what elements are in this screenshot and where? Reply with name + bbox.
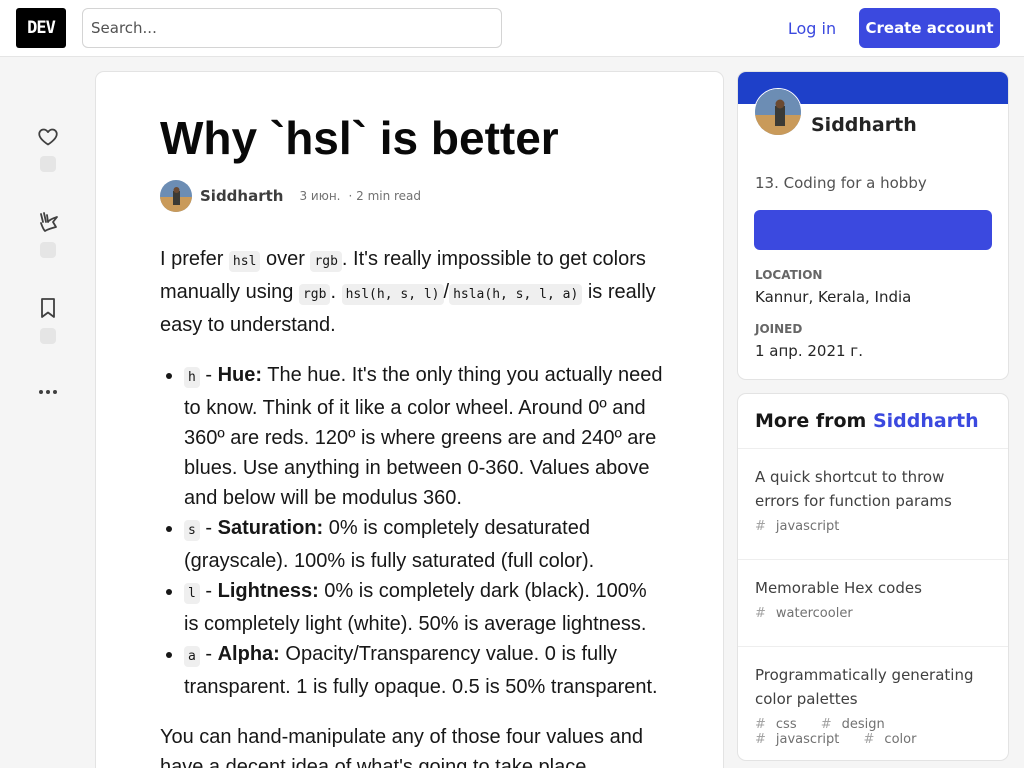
read-time: · 2 min read <box>348 189 422 203</box>
article-card: Why `hsl` is better Siddharth 3 июн. · 2… <box>96 72 723 768</box>
author-name[interactable]: Siddharth <box>200 187 283 205</box>
list-item: h - Hue: The hue. It's the only thing yo… <box>184 360 665 513</box>
inline-code: hsl <box>228 251 261 272</box>
heart-icon <box>38 128 58 146</box>
dev-logo[interactable]: DEV <box>16 8 66 48</box>
tag[interactable]: # javascript <box>755 519 849 534</box>
publish-date: 3 июн. <box>299 189 341 203</box>
more-item-title[interactable]: A quick shortcut to throw errors for fun… <box>755 465 991 513</box>
like-reaction[interactable] <box>28 124 68 172</box>
list-item: s - Saturation: 0% is completely desatur… <box>184 513 665 576</box>
follow-button[interactable] <box>754 210 992 250</box>
location-value: Kannur, Kerala, India <box>755 288 912 306</box>
inline-code: hsla(h, s, l, a) <box>449 284 583 305</box>
bookmark-reaction[interactable] <box>28 296 68 344</box>
more-from-card: More from Siddharth A quick shortcut to … <box>738 394 1008 760</box>
top-header: DEV Log in Create account <box>0 0 1024 57</box>
list-item: l - Lightness: 0% is completely dark (bl… <box>184 576 665 639</box>
location-label: LOCATION <box>755 268 823 282</box>
paragraph-outro: You can hand-manipulate any of those fou… <box>160 726 643 768</box>
login-link[interactable]: Log in <box>776 8 848 48</box>
tag[interactable]: # javascript <box>755 732 849 747</box>
list-item[interactable]: Memorable Hex codes # watercooler <box>738 560 1008 647</box>
author-row: Siddharth 3 июн. · 2 min read <box>160 180 421 212</box>
more-from-author[interactable]: Siddharth <box>873 410 979 432</box>
create-account-button[interactable]: Create account <box>859 8 1000 48</box>
more-from-heading: More from Siddharth <box>738 394 1008 449</box>
more-item-title[interactable]: Programmatically generating color palett… <box>755 663 991 711</box>
paragraph-intro: I prefer hsl over rgb. It's really impos… <box>160 248 656 336</box>
bookmark-icon <box>41 298 55 318</box>
search-input[interactable] <box>82 8 502 48</box>
article-body: I prefer hsl over rgb. It's really impos… <box>160 244 665 768</box>
profile-name[interactable]: Siddharth <box>811 114 917 136</box>
profile-bio: 13. Coding for a hobby <box>755 174 927 192</box>
joined-value: 1 апр. 2021 г. <box>755 342 863 360</box>
like-count-placeholder <box>40 156 56 172</box>
tag[interactable]: # design <box>821 717 895 732</box>
inline-code: rgb <box>298 284 331 305</box>
list-item[interactable]: A quick shortcut to throw errors for fun… <box>738 449 1008 560</box>
joined-label: JOINED <box>755 322 803 336</box>
inline-code: rgb <box>310 251 342 272</box>
tag[interactable]: # watercooler <box>755 606 863 621</box>
author-avatar[interactable] <box>160 180 192 212</box>
more-icon[interactable] <box>36 384 60 400</box>
article-title: Why `hsl` is better <box>160 112 559 164</box>
unicorn-reaction[interactable] <box>28 210 68 258</box>
list-item: a - Alpha: Opacity/Transparency value. 0… <box>184 639 665 702</box>
author-profile-card: Siddharth 13. Coding for a hobby LOCATIO… <box>738 72 1008 379</box>
bookmark-count-placeholder <box>40 328 56 344</box>
profile-avatar[interactable] <box>754 88 802 136</box>
unicorn-icon <box>40 212 58 232</box>
tag[interactable]: # color <box>864 732 927 747</box>
more-item-title[interactable]: Memorable Hex codes <box>755 576 991 600</box>
list-item[interactable]: Programmatically generating color palett… <box>738 647 1008 760</box>
hsl-components-list: h - Hue: The hue. It's the only thing yo… <box>184 360 665 702</box>
tag[interactable]: # css <box>755 717 807 732</box>
inline-code: hsl(h, s, l) <box>341 284 444 305</box>
unicorn-count-placeholder <box>40 242 56 258</box>
